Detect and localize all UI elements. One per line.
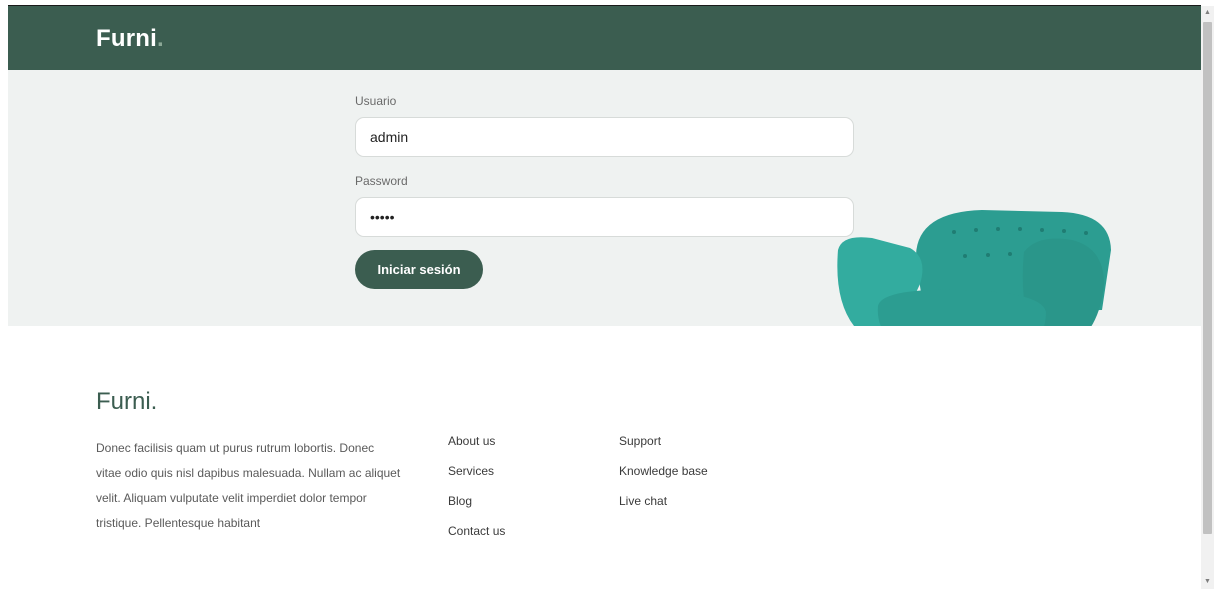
brand-dot: . [157, 25, 164, 52]
navbar: Furni. [8, 6, 1201, 70]
password-label: Password [355, 174, 408, 188]
footer-link-knowledge-base[interactable]: Knowledge base [619, 464, 708, 494]
footer: Furni. Donec facilisis quam ut purus rut… [8, 326, 1201, 589]
footer-link-live-chat[interactable]: Live chat [619, 494, 708, 524]
footer-link-about-us[interactable]: About us [448, 434, 505, 464]
password-input[interactable] [355, 197, 854, 237]
chevron-up-icon[interactable]: ▲ [1201, 6, 1214, 20]
navbar-brand-logo[interactable]: Furni. [96, 25, 164, 53]
footer-link-contact-us[interactable]: Contact us [448, 524, 505, 554]
footer-links-col2: Support Knowledge base Live chat [619, 434, 708, 524]
vertical-scrollbar[interactable]: ▲ ▼ [1201, 6, 1214, 589]
brand-text: Furni [96, 25, 157, 52]
login-submit-button[interactable]: Iniciar sesión [355, 250, 483, 289]
footer-link-blog[interactable]: Blog [448, 494, 505, 524]
chevron-down-icon[interactable]: ▼ [1201, 575, 1214, 589]
footer-links-col1: About us Services Blog Contact us [448, 434, 505, 554]
footer-description: Donec facilisis quam ut purus rutrum lob… [96, 441, 401, 530]
footer-link-services[interactable]: Services [448, 464, 505, 494]
footer-link-support[interactable]: Support [619, 434, 708, 464]
scrollbar-thumb[interactable] [1203, 22, 1212, 534]
username-input[interactable] [355, 117, 854, 157]
footer-brand-logo[interactable]: Furni. [96, 388, 157, 416]
username-label: Usuario [355, 94, 397, 108]
